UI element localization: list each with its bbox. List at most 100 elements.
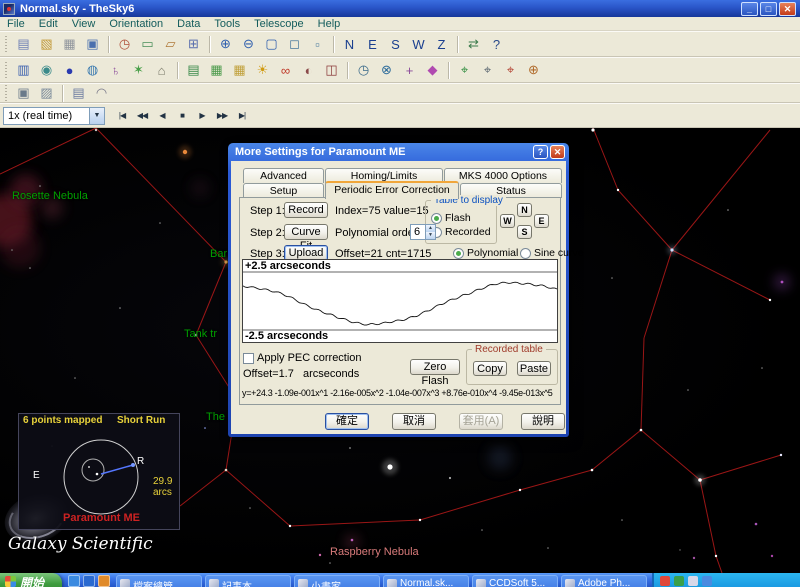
tray-network-icon[interactable]: [702, 576, 712, 586]
horizon-icon[interactable]: ⌂: [151, 60, 172, 80]
time-skip-icon[interactable]: ◷: [353, 60, 374, 80]
clock-icon[interactable]: ◷: [114, 34, 135, 54]
virtual-sky-icon[interactable]: ▥: [13, 60, 34, 80]
dialog-help-text-button[interactable]: 說明: [521, 413, 565, 430]
image-link-icon[interactable]: ▨: [36, 83, 57, 103]
taskbar-task[interactable]: Adobe Ph...: [561, 575, 647, 587]
menu-help[interactable]: Help: [311, 18, 348, 30]
look-zenith-icon[interactable]: Z: [431, 34, 452, 54]
dome-icon[interactable]: ◠: [91, 83, 112, 103]
open-file-icon[interactable]: ▧: [36, 34, 57, 54]
close-button[interactable]: ✕: [779, 2, 796, 16]
taskbar-task[interactable]: 記事本: [205, 575, 291, 587]
curve-fit-button[interactable]: Curve Fit: [284, 224, 328, 240]
help-mode-icon[interactable]: ?: [486, 34, 507, 54]
sine-curve-radio[interactable]: [520, 248, 531, 259]
paste-button[interactable]: Paste: [517, 361, 551, 376]
data-table-icon[interactable]: ▦: [206, 60, 227, 80]
zero-flash-button[interactable]: Zero Flash: [410, 359, 460, 375]
time-rewind-button[interactable]: ◀◀: [133, 107, 151, 125]
focus-tools-icon[interactable]: ▤: [68, 83, 89, 103]
status-chart-icon[interactable]: ▤: [183, 60, 204, 80]
labels-icon[interactable]: ▱: [160, 34, 181, 54]
zoom-box-icon[interactable]: ▢: [261, 34, 282, 54]
time-step-back-button[interactable]: ◀: [153, 107, 171, 125]
menu-view[interactable]: View: [65, 18, 103, 30]
look-north-icon[interactable]: N: [339, 34, 360, 54]
record-button[interactable]: Record: [284, 202, 328, 218]
jog-north-button[interactable]: N: [517, 203, 532, 217]
jog-west-button[interactable]: W: [500, 214, 515, 228]
camera-icon[interactable]: ▣: [13, 83, 34, 103]
spinner-up-icon[interactable]: ▲: [425, 225, 435, 232]
ephemeris-icon[interactable]: ▦: [229, 60, 250, 80]
sun-icon[interactable]: ☀: [252, 60, 273, 80]
polynomial-radio[interactable]: [453, 248, 464, 259]
time-skip-end-button[interactable]: ▶|: [233, 107, 251, 125]
spinner-arrows[interactable]: ▲ ▼: [425, 225, 435, 239]
zoom-in-icon[interactable]: ⊕: [215, 34, 236, 54]
apply-button[interactable]: 套用(A): [459, 413, 503, 430]
reference-lines-icon[interactable]: ⊞: [183, 34, 204, 54]
tray-ime-icon[interactable]: [660, 576, 670, 586]
ok-button[interactable]: 確定: [325, 413, 369, 430]
toolbar-grip[interactable]: [5, 85, 7, 101]
menu-data[interactable]: Data: [170, 18, 207, 30]
copy-button[interactable]: Copy: [473, 361, 507, 376]
jog-east-button[interactable]: E: [534, 214, 549, 228]
binoculars-icon[interactable]: ◫: [321, 60, 342, 80]
look-south-icon[interactable]: S: [385, 34, 406, 54]
apply-pec-checkbox[interactable]: [243, 353, 254, 364]
minimize-button[interactable]: _: [741, 2, 758, 16]
time-rate-combobox[interactable]: 1x (real time) ▼: [3, 107, 105, 125]
flash-radio[interactable]: [431, 213, 442, 224]
tab-setup[interactable]: Setup: [243, 183, 324, 198]
toolbar-grip[interactable]: [5, 36, 7, 52]
time-step-forward-button[interactable]: ▶: [193, 107, 211, 125]
tab-advanced[interactable]: Advanced: [243, 168, 324, 183]
combo-dropdown-icon[interactable]: ▼: [89, 108, 104, 124]
menu-telescope[interactable]: Telescope: [247, 18, 311, 30]
menu-file[interactable]: File: [0, 18, 32, 30]
telescope-link-icon[interactable]: ⌖: [454, 60, 475, 80]
constellations-icon[interactable]: ✶: [128, 60, 149, 80]
look-west-icon[interactable]: W: [408, 34, 429, 54]
earth-icon[interactable]: ◍: [82, 60, 103, 80]
mirror-image-icon[interactable]: ⇄: [463, 34, 484, 54]
copy-chart-icon[interactable]: ▣: [82, 34, 103, 54]
sync-icon[interactable]: ⊕: [523, 60, 544, 80]
narrow-field-icon[interactable]: ▫: [307, 34, 328, 54]
look-east-icon[interactable]: E: [362, 34, 383, 54]
quick-launch-media-icon[interactable]: [98, 575, 110, 587]
tray-volume-icon[interactable]: [688, 576, 698, 586]
cancel-button[interactable]: 取消: [392, 413, 436, 430]
tab-mks-4000-options[interactable]: MKS 4000 Options: [444, 168, 562, 183]
tab-periodic-error-correction[interactable]: Periodic Error Correction: [325, 181, 459, 199]
print-icon[interactable]: ▦: [59, 34, 80, 54]
menu-orientation[interactable]: Orientation: [102, 18, 170, 30]
crosshair-icon[interactable]: ⊗: [376, 60, 397, 80]
zoom-out-icon[interactable]: ⊖: [238, 34, 259, 54]
data-wizard-icon[interactable]: ◉: [36, 60, 57, 80]
photo-icon[interactable]: ◆: [422, 60, 443, 80]
time-fast-forward-button[interactable]: ▶▶: [213, 107, 231, 125]
taskbar-task[interactable]: 檔案總管: [116, 575, 202, 587]
time-skip-start-button[interactable]: |◀: [113, 107, 131, 125]
menu-edit[interactable]: Edit: [32, 18, 65, 30]
eclipse-icon[interactable]: ∞: [275, 60, 296, 80]
toolbar-grip[interactable]: [5, 62, 7, 78]
planets-icon[interactable]: ♄: [105, 60, 126, 80]
menu-tools[interactable]: Tools: [207, 18, 247, 30]
spinner-down-icon[interactable]: ▼: [425, 232, 435, 239]
taskbar-task[interactable]: Normal.sk...: [383, 575, 469, 587]
polynomial-order-spinner[interactable]: 6 ▲ ▼: [410, 224, 436, 240]
wide-field-icon[interactable]: ◻: [284, 34, 305, 54]
calendar-icon[interactable]: ▭: [137, 34, 158, 54]
taskbar-task[interactable]: 小畫家: [294, 575, 380, 587]
taskbar-task[interactable]: CCDSoft 5...: [472, 575, 558, 587]
quick-launch-show-desktop-icon[interactable]: [68, 575, 80, 587]
moon-phase-icon[interactable]: ◐: [298, 60, 319, 80]
dialog-help-button[interactable]: ?: [533, 145, 548, 159]
slew-icon[interactable]: ⌖: [500, 60, 521, 80]
new-document-icon[interactable]: ▤: [13, 34, 34, 54]
